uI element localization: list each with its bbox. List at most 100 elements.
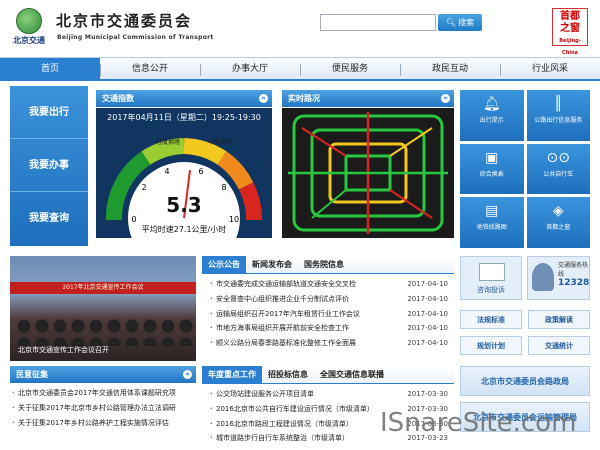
list-item[interactable]: 公交场站建设服务公开项目清单 2017-03-30	[208, 387, 448, 402]
list-item[interactable]: 市交通委完成交通运输部轨道交通安全交叉检 2017-04-10	[208, 277, 448, 292]
gauge-band-lightgreen	[141, 138, 185, 165]
consult-complaint-button[interactable]: 咨询投诉	[460, 256, 522, 300]
list-item[interactable]: 关于征集2017年乡村公路养护工程实施情况评估	[10, 416, 196, 431]
tile-label: 综合换乘	[479, 170, 504, 178]
nav-services[interactable]: 办事大厅	[200, 58, 300, 79]
capital-window-logo[interactable]: 首都 之窗 Beijing-China	[552, 8, 588, 56]
list-item[interactable]: 市地方海事局组织开展开航前安全检查工作 2017-04-10	[208, 321, 448, 336]
gauge-tick-10: 10	[229, 215, 239, 224]
item-date: 2017-04-10	[407, 339, 448, 348]
list-item[interactable]: 关于征集2017年北京市乡村公路管理办法立法调研	[10, 401, 196, 416]
nav-convenience[interactable]: 便民服务	[300, 58, 400, 79]
logo-emblem-icon	[16, 8, 42, 34]
solicit-title: 民意征集	[16, 370, 48, 379]
item-title: 关于征集2017年北京市乡村公路管理办法立法调研	[18, 403, 176, 412]
btn-policy[interactable]: 政策解读	[528, 310, 590, 329]
nav-interaction[interactable]: 政民互动	[400, 58, 500, 79]
item-date: 2017-04-10	[407, 309, 448, 318]
btn-statistics[interactable]: 交通统计	[528, 336, 590, 355]
item-title: 顺义公路分局春季路基标准化整修工作全面展	[216, 339, 356, 348]
nav-home[interactable]: 首页	[0, 58, 100, 79]
btn-regulations[interactable]: 法规标准	[460, 310, 522, 329]
tile-capital-window[interactable]: ◈ 首都之窗	[526, 197, 590, 248]
search-button[interactable]: 🔍︎ 搜索	[438, 14, 482, 31]
gauge-level-0: 轻度拥堵	[156, 138, 180, 146]
solicit-list: 北京市交通委员会2017年交通信用体系课题研究项 关于征集2017年北京市乡村公…	[10, 386, 196, 430]
more-icon[interactable]: »	[183, 370, 192, 379]
more-icon[interactable]: »	[259, 94, 268, 103]
traffic-index-title: 交通指数	[102, 94, 134, 103]
tile-transfer[interactable]: ▣ 综合换乘	[460, 143, 524, 195]
tile-metro[interactable]: ▤ 地铁线路图	[460, 197, 524, 248]
list-item[interactable]: 北京市交通委员会2017年交通信用体系课题研究项	[10, 386, 196, 401]
tab-annual-focus[interactable]: 年度重点工作	[202, 366, 262, 383]
quick-nav-travel[interactable]: 我要出行	[10, 86, 88, 139]
bike-icon: ⊙⊙	[546, 149, 570, 166]
item-date: 2017-04-10	[407, 324, 448, 333]
gauge-tick-2: 2	[141, 183, 146, 192]
link-road-admin[interactable]: 北京市交通委员会路政局	[460, 366, 590, 396]
tile-label: 首都之窗	[546, 224, 571, 232]
metro-icon: ▤	[485, 203, 499, 220]
search-input[interactable]	[320, 14, 436, 31]
nav-industry[interactable]: 行业风采	[500, 58, 600, 79]
gauge-speed: 平均时速27.1公里/小时	[142, 224, 227, 234]
traffic-map[interactable]	[282, 108, 454, 238]
item-title: 市交通委完成交通运输部轨道交通安全交叉检	[216, 280, 356, 288]
hotline-number: 12328	[558, 278, 590, 288]
traffic-index-gauge: 2017年04月11日（星期二）19:25-19:30 0 2 4 6 8 10…	[96, 108, 272, 274]
list-item[interactable]: 运输局组织召开2017年汽车租赁行业工作会议 2017-04-10	[208, 307, 448, 322]
gauge-tick-6: 6	[198, 167, 203, 176]
item-title: 运输局组织召开2017年汽车租赁行业工作会议	[216, 309, 360, 318]
hotline-box[interactable]: 交通服务热线 12328	[527, 256, 590, 300]
stamp-line2: 之窗	[560, 23, 580, 34]
photo-audience	[14, 316, 194, 346]
item-date: 2017-04-10	[407, 294, 448, 303]
item-title: 关于征集2017年乡村公路养护工程实施情况评估	[18, 418, 169, 427]
photo-caption: 北京市交通宣传工作会议召开	[18, 346, 109, 354]
tile-road-info[interactable]: ║ 公路出行信息服务	[526, 90, 590, 141]
tile-bike[interactable]: ⊙⊙ 公共自行车	[526, 143, 590, 195]
focus-tabs: 年度重点工作 招投标信息 全国交通信息联播	[202, 366, 454, 384]
gauge-tick-0: 0	[131, 215, 136, 224]
watermark: ISnareSite.com	[380, 408, 577, 438]
announce-tabs: 公示公告 新闻发布会 国务院信息	[202, 256, 454, 274]
main-nav: 首页 信息公开 办事大厅 便民服务 政民互动 行业风采	[0, 57, 600, 81]
item-title: 2016北京市路段工程建设情况（市级清单）	[216, 419, 353, 428]
news-photo[interactable]: 2017年北京交通宣传工作会议 北京市交通宣传工作会议召开	[10, 256, 196, 361]
bell-icon: 🔔︎	[482, 96, 501, 112]
tab-press[interactable]: 新闻发布会	[246, 256, 298, 273]
announce-list: 市交通委完成交通运输部轨道交通安全交叉检 2017-04-10 安全督查中心组织推…	[208, 277, 448, 351]
traffic-map-header: 实时路况 »	[282, 90, 454, 107]
tile-travel-tips[interactable]: 🔔︎ 出行提示	[460, 90, 524, 141]
site-header: 北京交通 北京市交通委员会 Beijing Municipal Commissi…	[0, 0, 600, 56]
stamp-en: Beijing-China	[559, 38, 581, 56]
logo-text: 北京交通	[13, 36, 45, 45]
gauge-tick-4: 4	[164, 167, 169, 176]
tab-bidding[interactable]: 招投标信息	[262, 366, 314, 383]
search-button-label: 搜索	[458, 18, 475, 27]
btn-planning[interactable]: 规划计划	[460, 336, 522, 355]
site-title: 北京市交通委员会	[56, 12, 193, 30]
nav-info[interactable]: 信息公开	[100, 58, 200, 79]
tab-announce[interactable]: 公示公告	[202, 256, 246, 273]
traffic-index-date: 2017年04月11日（星期二）19:25-19:30	[107, 112, 261, 122]
tab-national-info[interactable]: 全国交通信息联播	[314, 366, 390, 383]
item-title: 2016北京市公共自行车建设运行情况（市级清单）	[216, 404, 374, 413]
window-icon: ◈	[552, 203, 564, 220]
consult-label: 咨询投诉	[477, 286, 505, 294]
tile-label: 公共自行车	[543, 170, 574, 178]
site-logo[interactable]: 北京交通	[10, 8, 48, 46]
tab-state-council[interactable]: 国务院信息	[298, 256, 350, 273]
more-icon[interactable]: »	[441, 94, 450, 103]
item-title: 北京市交通委员会2017年交通信用体系课题研究项	[18, 389, 176, 397]
list-item[interactable]: 安全督查中心组织推进企业千分制试点评价 2017-04-10	[208, 292, 448, 307]
quick-nav-query[interactable]: 我要查询	[10, 192, 88, 245]
hotline-label: 交通服务热线	[558, 262, 589, 278]
item-title: 安全督查中心组织推进企业千分制试点评价	[216, 294, 349, 303]
stamp-line1: 首都	[560, 11, 580, 22]
gauge-band-yellow	[183, 138, 227, 165]
list-item[interactable]: 顺义公路分局春季路基标准化整修工作全面展 2017-04-10	[208, 336, 448, 351]
quick-nav-affairs[interactable]: 我要办事	[10, 139, 88, 192]
traffic-index-header: 交通指数 »	[96, 90, 272, 107]
